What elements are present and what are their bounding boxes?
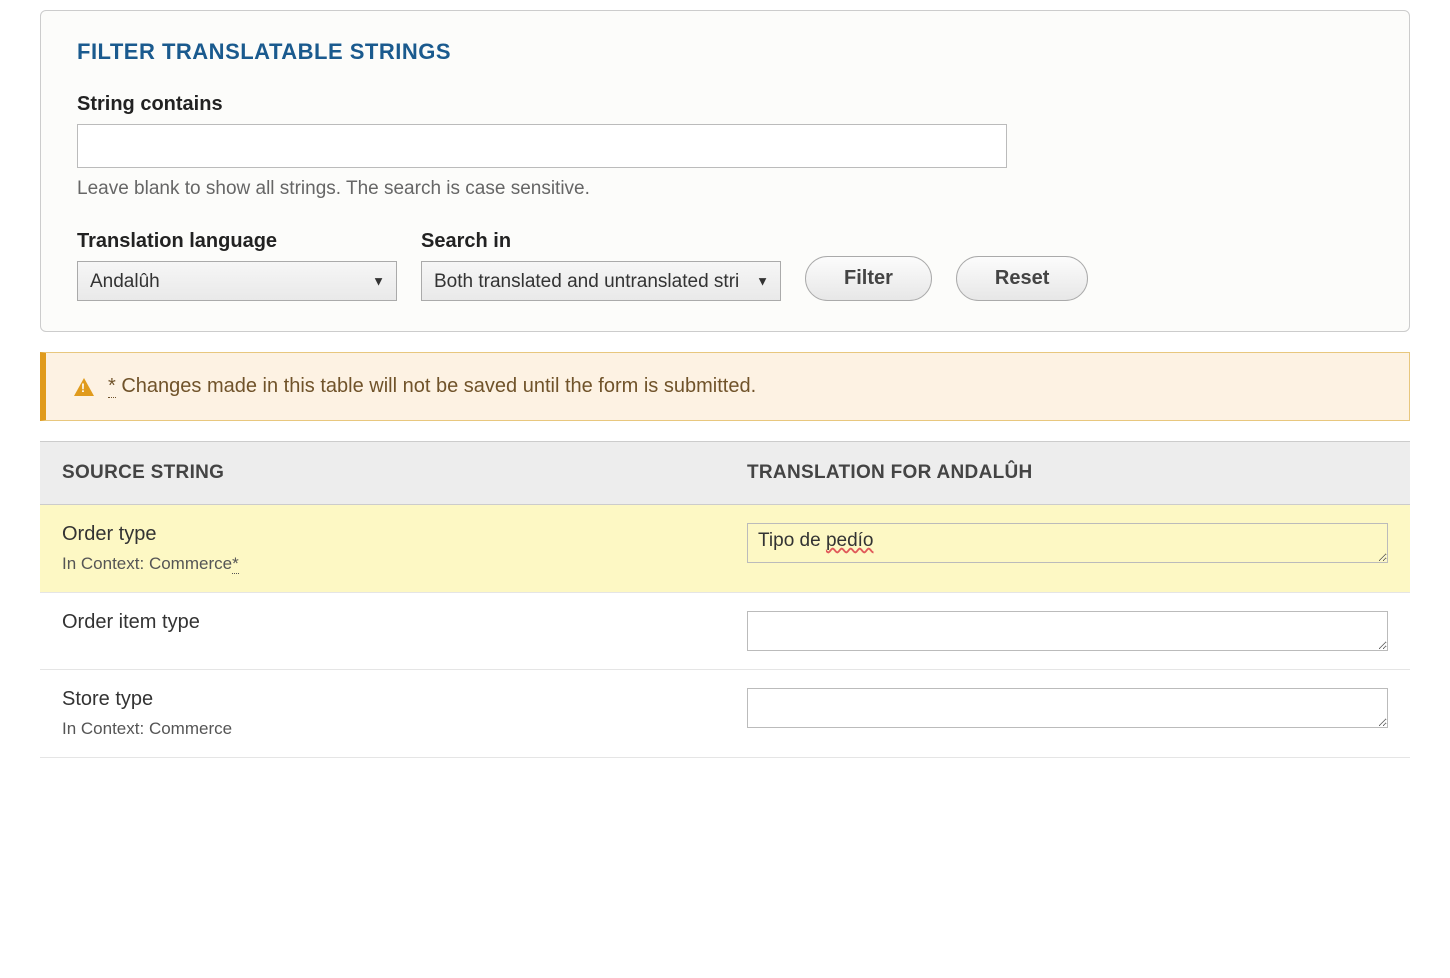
translations-table: SOURCE STRING TRANSLATION FOR ANDALÛH Or… <box>40 441 1410 758</box>
source-cell: Order type In Context: Commerce* <box>40 505 725 593</box>
string-contains-input[interactable] <box>77 124 1007 168</box>
source-string: Store type <box>62 688 703 711</box>
table-row: Order type In Context: Commerce* Tipo de p… <box>40 505 1410 593</box>
search-in-label: Search in <box>421 230 781 253</box>
string-contains-help: Leave blank to show all strings. The sea… <box>77 178 1373 200</box>
translation-cell <box>725 593 1410 670</box>
translation-cell <box>725 670 1410 758</box>
source-cell: Store type In Context: Commerce <box>40 670 725 758</box>
col-header-source: SOURCE STRING <box>40 442 725 505</box>
translation-language-select[interactable]: Andalûh <box>77 261 397 301</box>
source-string: Order type <box>62 523 703 546</box>
warning-icon <box>74 378 94 396</box>
translation-input[interactable] <box>747 688 1388 728</box>
translation-language-label: Translation language <box>77 230 397 253</box>
filter-panel-title: FILTER TRANSLATABLE STRINGS <box>77 39 1373 65</box>
table-row: Order item type <box>40 593 1410 670</box>
source-string: Order item type <box>62 611 703 634</box>
reset-button[interactable]: Reset <box>956 256 1088 301</box>
context-line: In Context: Commerce* <box>62 554 703 574</box>
context-line: In Context: Commerce <box>62 719 703 739</box>
source-cell: Order item type <box>40 593 725 670</box>
search-in-select[interactable]: Both translated and untranslated strings <box>421 261 781 301</box>
filter-panel: FILTER TRANSLATABLE STRINGS String conta… <box>40 10 1410 332</box>
string-contains-label: String contains <box>77 93 1373 116</box>
table-row: Store type In Context: Commerce <box>40 670 1410 758</box>
col-header-translation: TRANSLATION FOR ANDALÛH <box>725 442 1410 505</box>
warning-text: * Changes made in this table will not be… <box>108 375 756 398</box>
unsaved-changes-warning: * Changes made in this table will not be… <box>40 352 1410 421</box>
translation-input[interactable] <box>747 611 1388 651</box>
filter-button[interactable]: Filter <box>805 256 932 301</box>
modified-marker: * <box>232 554 239 574</box>
translation-input[interactable]: Tipo de pedío <box>747 523 1388 563</box>
translation-cell: Tipo de pedío <box>725 505 1410 593</box>
